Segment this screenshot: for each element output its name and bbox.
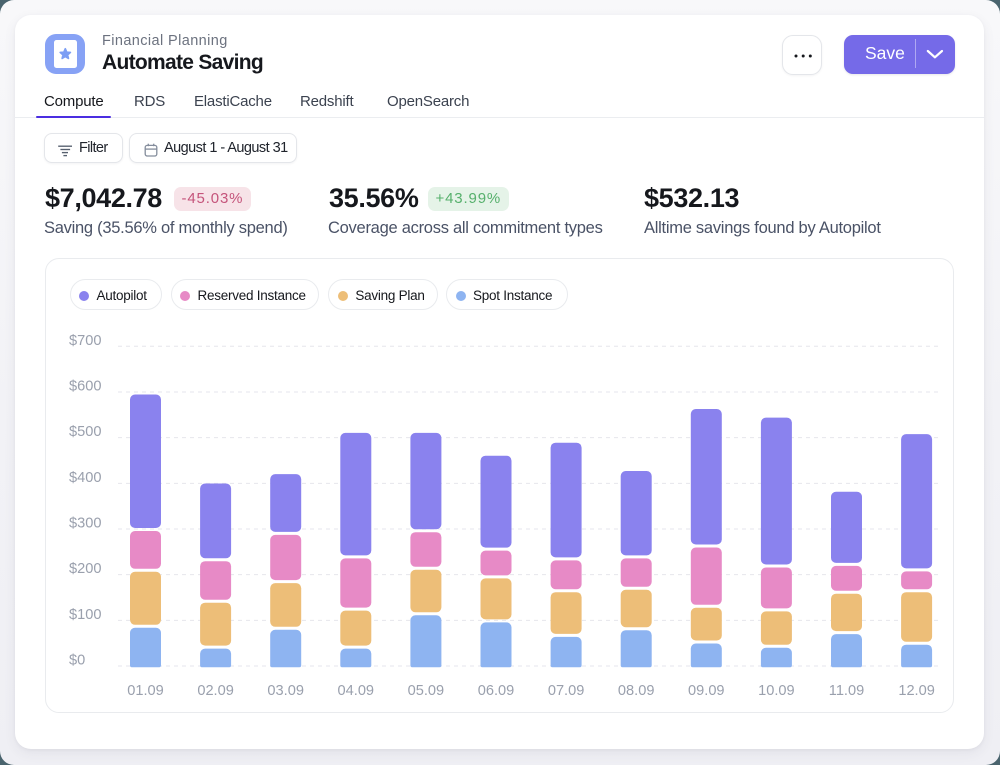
svg-text:06.09: 06.09 (478, 683, 515, 699)
svg-text:09.09: 09.09 (688, 683, 725, 699)
svg-text:$600: $600 (69, 378, 101, 394)
svg-text:$100: $100 (69, 607, 101, 623)
svg-text:03.09: 03.09 (267, 683, 304, 699)
svg-text:$400: $400 (69, 470, 101, 486)
svg-text:11.09: 11.09 (829, 683, 864, 699)
svg-text:02.09: 02.09 (197, 683, 234, 699)
svg-text:$500: $500 (69, 424, 101, 440)
svg-text:08.09: 08.09 (618, 683, 655, 699)
svg-text:01.09: 01.09 (127, 683, 164, 699)
svg-text:$300: $300 (69, 515, 101, 531)
svg-text:12.09: 12.09 (898, 683, 935, 699)
svg-text:10.09: 10.09 (758, 683, 795, 699)
svg-text:05.09: 05.09 (408, 683, 445, 699)
svg-text:04.09: 04.09 (338, 683, 375, 699)
svg-text:$700: $700 (69, 333, 101, 349)
svg-text:$200: $200 (69, 561, 101, 577)
svg-text:07.09: 07.09 (548, 683, 585, 699)
svg-text:$0: $0 (69, 653, 85, 669)
